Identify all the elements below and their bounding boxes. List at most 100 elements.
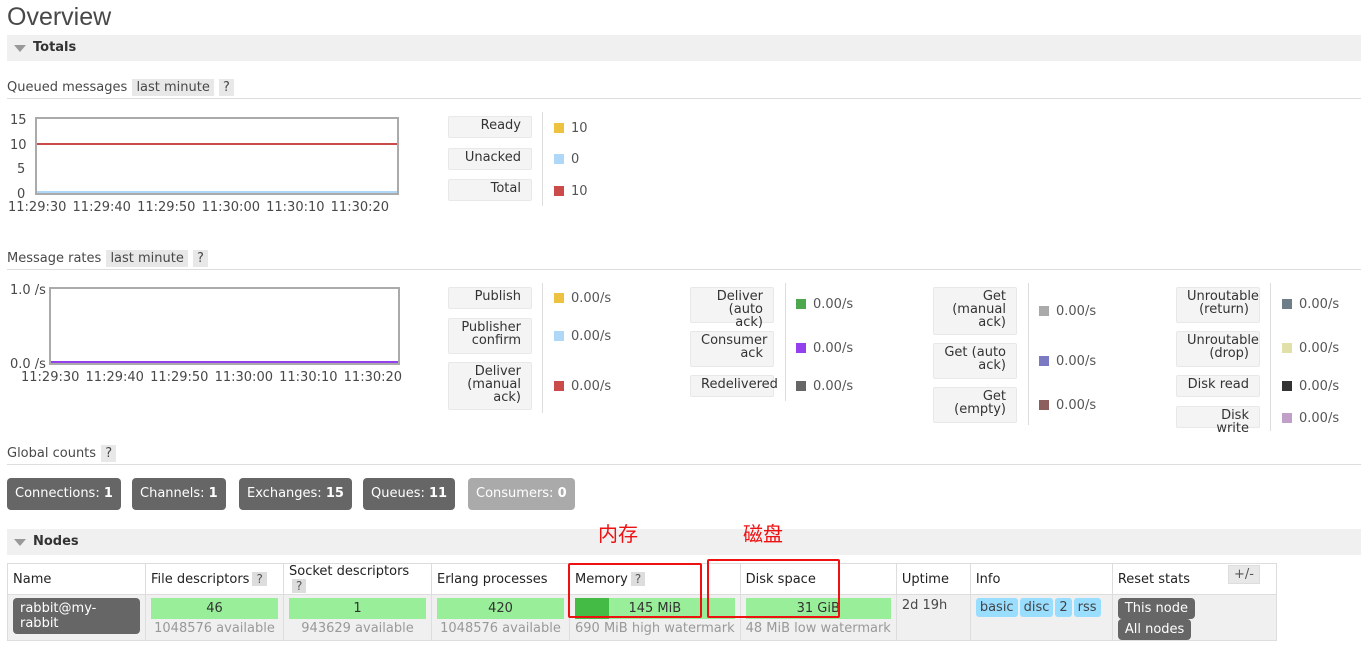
get-empty-value: 0.00/s [1039, 398, 1096, 413]
info-cell: basic disc 2 rss [969, 594, 1113, 641]
rates-chart-frame [49, 287, 400, 365]
deliver-auto-swatch [796, 299, 806, 309]
fd-bar: 46 [151, 598, 278, 619]
ready-value-text: 10 [571, 121, 588, 136]
disk-highlight-box [707, 559, 840, 618]
legend-unroutable-return-label: Unroutable (return) [1176, 287, 1260, 323]
channels-count-button[interactable]: Channels: 1 [132, 478, 226, 510]
redelivered-value: 0.00/s [796, 379, 853, 394]
legend-total-label: Total [448, 179, 532, 201]
unroutable-return-value: 0.00/s [1282, 297, 1339, 312]
info-tag-count[interactable]: 2 [1055, 598, 1072, 617]
header-uptime: Uptime [895, 563, 971, 595]
nodes-section-header[interactable]: Nodes [7, 529, 1361, 555]
get-empty-swatch [1039, 400, 1049, 410]
global-heading-text: Global counts [7, 446, 97, 461]
connections-count-button[interactable]: Connections: 1 [7, 478, 121, 510]
header-info: Info [969, 563, 1113, 595]
queued-messages-heading: Queued messages last minute ? [7, 79, 234, 96]
reset-this-node-button[interactable]: This node [1117, 598, 1195, 619]
nodes-label: Nodes [33, 534, 79, 549]
sock-available: 943629 available [301, 621, 414, 636]
columns-toggle-button[interactable]: +/- [1228, 565, 1260, 584]
mem-high-watermark: 690 MiB high watermark [575, 621, 735, 636]
header-erlang-processes: Erlang processes [431, 563, 570, 595]
redelivered-swatch [796, 381, 806, 391]
unacked-swatch [554, 154, 564, 164]
header-file-descriptors: File descriptors? [145, 563, 284, 595]
legend-ready-value: 10 [554, 121, 588, 136]
total-value-text: 10 [571, 184, 588, 199]
publisher-confirm-value-text: 0.00/s [571, 329, 612, 344]
legend-ready-label: Ready [448, 116, 532, 138]
deliver-manual-value: 0.00/s [554, 379, 611, 394]
fd-available: 1048576 available [154, 621, 275, 636]
global-help-button[interactable]: ? [101, 445, 117, 462]
legend-get-auto-label: Get (auto ack) [933, 343, 1017, 379]
publisher-confirm-swatch [554, 331, 564, 341]
header-socket-descriptors: Socket descriptors? [283, 563, 432, 595]
disk-annotation: 磁盘 [743, 522, 783, 546]
queued-x-tick: 11:29:30 [8, 200, 67, 215]
rates-heading-text: Message rates [7, 251, 102, 266]
header-sock-text: Socket descriptors [289, 564, 410, 579]
totals-section-header[interactable]: Totals [7, 35, 1361, 61]
queued-help-button[interactable]: ? [219, 79, 234, 96]
queued-x-axis: 11:29:30 11:29:40 11:29:50 11:30:00 11:3… [8, 200, 391, 215]
divider [7, 464, 1361, 465]
rates-x-tick: 11:29:30 [21, 370, 80, 385]
queues-value: 11 [429, 486, 448, 501]
rates-x-tick: 11:30:00 [214, 370, 273, 385]
queued-y-tick-2: 5 [17, 162, 26, 177]
redelivered-value-text: 0.00/s [813, 379, 854, 394]
queued-x-tick: 11:30:20 [330, 200, 390, 215]
legend-redelivered-label: Redelivered [690, 375, 778, 397]
rates-x-tick: 11:30:10 [279, 370, 338, 385]
info-tag-disc[interactable]: disc [1019, 598, 1054, 617]
consumers-value: 0 [557, 486, 567, 501]
ready-swatch [554, 123, 564, 133]
disk-read-value: 0.00/s [1282, 379, 1339, 394]
rates-help-button[interactable]: ? [193, 250, 208, 267]
info-tag-rss[interactable]: rss [1073, 598, 1101, 617]
consumer-ack-swatch [796, 343, 806, 353]
disk-read-swatch [1282, 381, 1292, 391]
sock-help-button[interactable]: ? [292, 579, 307, 593]
unroutable-drop-swatch [1282, 343, 1292, 353]
divider [7, 98, 1361, 99]
total-swatch [554, 186, 564, 196]
erl-bar: 420 [437, 598, 564, 619]
exchanges-count-button[interactable]: Exchanges: 15 [239, 478, 352, 510]
consumer-ack-value-text: 0.00/s [813, 341, 854, 356]
global-counts-heading: Global counts ? [7, 445, 117, 462]
totals-label: Totals [33, 40, 77, 55]
disk-write-swatch [1282, 413, 1292, 423]
exchanges-value: 15 [325, 486, 344, 501]
queued-chart-frame [35, 117, 399, 195]
legend-divider [1028, 283, 1029, 425]
unroutable-drop-value: 0.00/s [1282, 341, 1339, 356]
queued-x-tick: 11:29:50 [137, 200, 196, 215]
sock-bar: 1 [289, 598, 426, 619]
legend-divider [542, 112, 543, 206]
get-auto-swatch [1039, 356, 1049, 366]
rates-range-selector[interactable]: last minute [106, 250, 188, 267]
erl-available: 1048576 available [440, 621, 561, 636]
disk-write-value-text: 0.00/s [1299, 411, 1340, 426]
queues-count-button[interactable]: Queues: 11 [363, 478, 456, 510]
header-fd-text: File descriptors [151, 571, 250, 587]
disk-low-watermark: 48 MiB low watermark [745, 621, 891, 636]
get-manual-swatch [1039, 306, 1049, 316]
queued-range-selector[interactable]: last minute [132, 79, 214, 96]
channels-label: Channels: [140, 486, 205, 501]
consumers-count-button[interactable]: Consumers: 0 [468, 478, 575, 510]
publisher-confirm-value: 0.00/s [554, 329, 611, 344]
info-tag-basic[interactable]: basic [975, 598, 1018, 617]
consumers-label: Consumers: [476, 486, 554, 501]
node-name-link[interactable]: rabbit@my-rabbit [13, 598, 140, 634]
reset-all-nodes-button[interactable]: All nodes [1117, 619, 1192, 640]
rates-x-tick: 11:29:50 [150, 370, 209, 385]
fd-help-button[interactable]: ? [252, 571, 267, 586]
collapse-triangle-icon [14, 539, 26, 546]
connections-label: Connections: [15, 486, 100, 501]
